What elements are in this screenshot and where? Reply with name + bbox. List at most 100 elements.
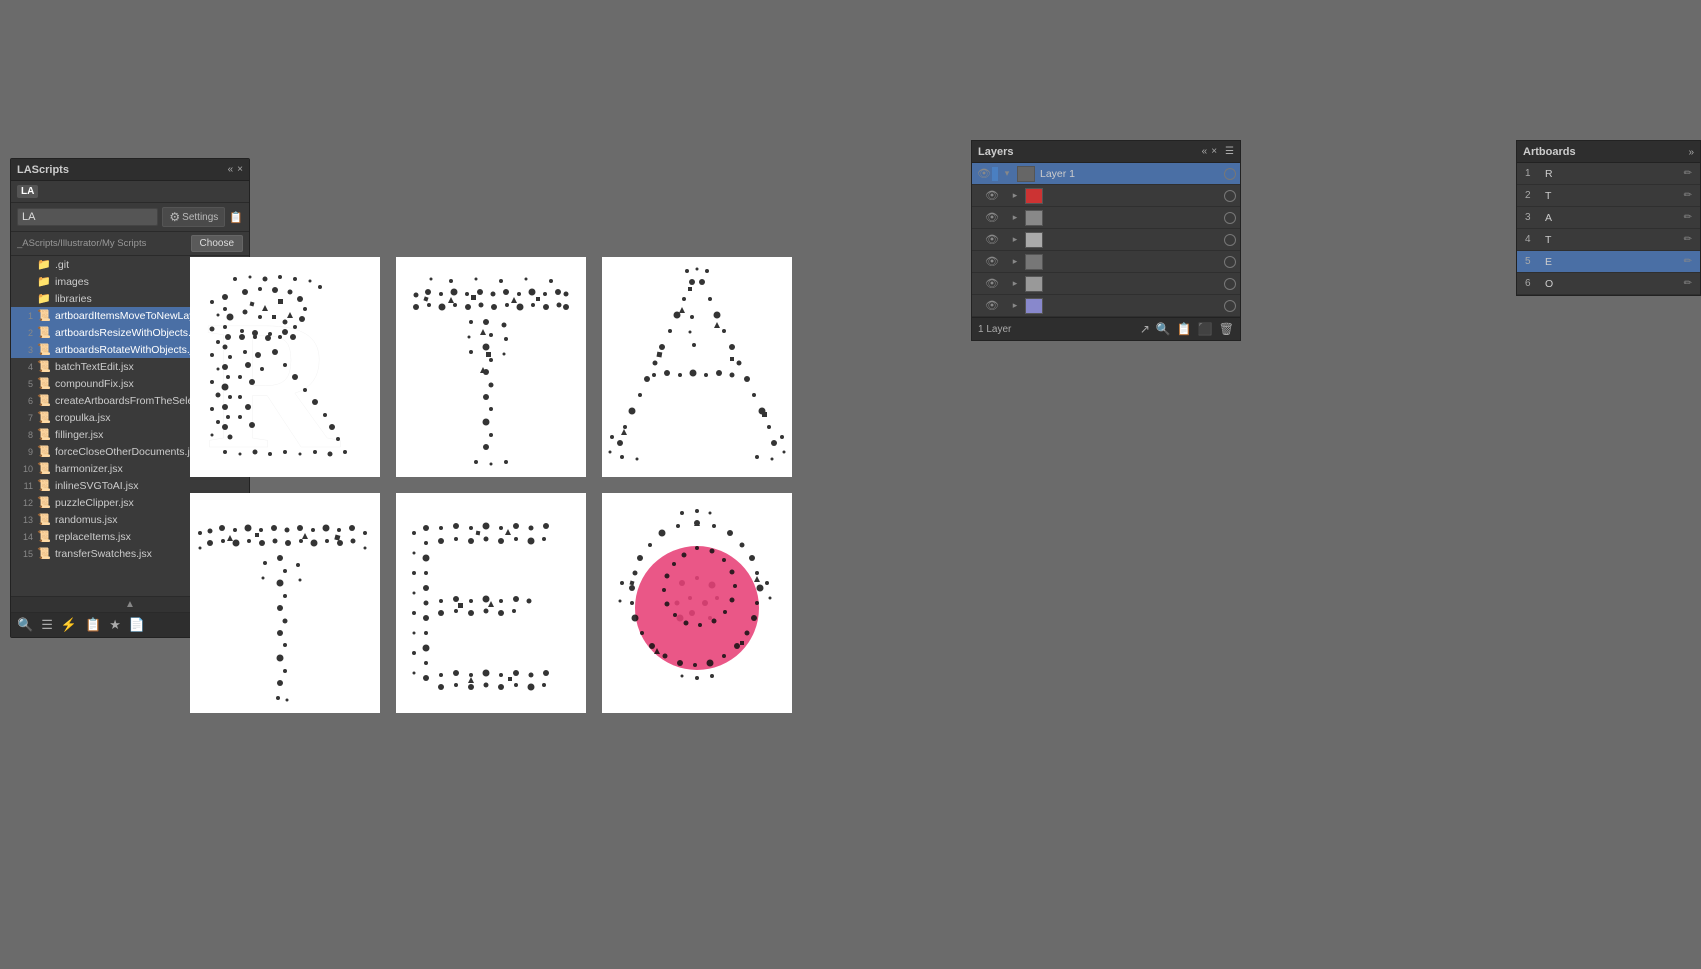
lascripts-close-btn[interactable]: ×	[237, 165, 243, 175]
file-name: fillinger.jsx	[55, 429, 103, 441]
artboard-name: A	[1545, 212, 1680, 224]
layer-visibility-circle[interactable]	[1224, 278, 1236, 290]
jsx-icon: 📜	[37, 479, 51, 492]
artboard-num: 5	[1525, 256, 1541, 267]
artboard-name: O	[1545, 278, 1680, 290]
artboards-panel: Artboards » 1 R ✏ 2 T ✏ 3 A ✏ 4 T ✏ 5 E …	[1516, 140, 1701, 296]
expand-icon[interactable]: ▸	[1008, 190, 1022, 201]
layer-row[interactable]: 👁▾Layer 1	[972, 163, 1240, 185]
layer-visibility-circle[interactable]	[1224, 300, 1236, 312]
expand-icon[interactable]: ▾	[1000, 168, 1014, 179]
artboard-edit-icon[interactable]: ✏	[1684, 168, 1692, 179]
jsx-icon: 📜	[37, 530, 51, 543]
layer-row[interactable]: 👁▸	[972, 251, 1240, 273]
layers-titlebar: Layers « × ☰	[972, 141, 1240, 163]
artboard-T-svg	[396, 257, 586, 477]
file-name: artboardsResizeWithObjects.jsx	[55, 327, 204, 339]
artboard-item[interactable]: 6 O ✏	[1517, 273, 1700, 295]
layer-row[interactable]: 👁▸	[972, 185, 1240, 207]
expand-icon[interactable]: ▸	[1008, 300, 1022, 311]
artboard-list: 1 R ✏ 2 T ✏ 3 A ✏ 4 T ✏ 5 E ✏ 6 O ✏	[1517, 163, 1700, 295]
jsx-icon: 📜	[37, 343, 51, 356]
star-icon[interactable]: ★	[109, 617, 121, 633]
artboard-T2-svg	[190, 493, 380, 713]
layer-visibility-circle[interactable]	[1224, 168, 1236, 180]
artboard-item[interactable]: 4 T ✏	[1517, 229, 1700, 251]
doc-icon[interactable]: 📄	[129, 617, 145, 633]
lascripts-collapse-btn[interactable]: «	[228, 165, 234, 175]
layer-row[interactable]: 👁▸	[972, 273, 1240, 295]
artboard-edit-icon[interactable]: ✏	[1684, 278, 1692, 289]
artboard-edit-icon[interactable]: ✏	[1684, 234, 1692, 245]
artboard-edit-icon[interactable]: ✏	[1684, 256, 1692, 267]
gear-icon: ⚙	[169, 210, 180, 224]
eye-icon[interactable]: 👁	[976, 167, 992, 180]
layers-find-icon[interactable]: 🔍	[1156, 322, 1171, 336]
eye-icon[interactable]: 👁	[984, 255, 1000, 268]
artboards-expand-btn[interactable]: »	[1688, 147, 1694, 158]
layer-thumb	[1025, 210, 1043, 226]
artboard-E[interactable]	[396, 493, 586, 713]
artboard-A-svg	[602, 257, 792, 477]
artboard-A[interactable]	[602, 257, 792, 477]
lascripts-choose-btn[interactable]: Choose	[191, 235, 243, 252]
layers-new-layer-from-icon[interactable]: ↗	[1140, 322, 1150, 336]
jsx-icon: 📜	[37, 394, 51, 407]
layers-copy-icon[interactable]: 📋	[1177, 322, 1192, 336]
list-icon[interactable]: ☰	[41, 617, 53, 633]
eye-icon[interactable]: 👁	[984, 211, 1000, 224]
layer-row[interactable]: 👁▸	[972, 207, 1240, 229]
layers-menu-btn[interactable]: ☰	[1225, 146, 1234, 157]
expand-icon[interactable]: ▸	[1008, 212, 1022, 223]
flash-icon[interactable]: ⚡	[61, 617, 77, 633]
layers-footer: 1 Layer ↗ 🔍 📋 ⬛ 🗑	[972, 317, 1240, 340]
artboard-item[interactable]: 5 E ✏	[1517, 251, 1700, 273]
layers-collapse-btn[interactable]: «	[1202, 146, 1208, 157]
layers-close-btn[interactable]: ×	[1211, 146, 1217, 157]
artboard-R[interactable]: R	[190, 257, 380, 477]
folder-icon: 📁	[37, 292, 51, 305]
layer-thumb	[1025, 298, 1043, 314]
eye-icon[interactable]: 👁	[984, 277, 1000, 290]
file-num: 5	[17, 379, 33, 389]
layer-row[interactable]: 👁▸	[972, 295, 1240, 317]
expand-icon[interactable]: ▸	[1008, 278, 1022, 289]
expand-icon[interactable]: ▸	[1008, 256, 1022, 267]
layers-content: 👁▾Layer 1👁▸👁▸👁▸👁▸👁▸👁▸	[972, 163, 1240, 317]
layer-visibility-circle[interactable]	[1224, 190, 1236, 202]
layer-visibility-circle[interactable]	[1224, 212, 1236, 224]
eye-icon[interactable]: 👁	[984, 189, 1000, 202]
layer-visibility-circle[interactable]	[1224, 234, 1236, 246]
file-num: 3	[17, 345, 33, 355]
layers-titlebar-btns: « × ☰	[1202, 146, 1234, 157]
file-num: 10	[17, 464, 33, 474]
search-icon[interactable]: 🔍	[17, 617, 33, 633]
layers-delete-icon[interactable]: 🗑	[1219, 322, 1234, 336]
layer-row[interactable]: 👁▸	[972, 229, 1240, 251]
artboard-item[interactable]: 3 A ✏	[1517, 207, 1700, 229]
artboard-edit-icon[interactable]: ✏	[1684, 190, 1692, 201]
expand-icon[interactable]: ▸	[1008, 234, 1022, 245]
eye-icon[interactable]: 👁	[984, 233, 1000, 246]
file-name: compoundFix.jsx	[55, 378, 134, 390]
lascripts-settings-btn[interactable]: ⚙ Settings	[162, 207, 225, 227]
artboard-edit-icon[interactable]: ✏	[1684, 212, 1692, 223]
file-num: 2	[17, 328, 33, 338]
lascripts-icon2[interactable]: 📋	[229, 211, 243, 224]
jsx-icon: 📜	[37, 513, 51, 526]
layers-icon[interactable]: 📋	[85, 617, 101, 633]
file-num: 4	[17, 362, 33, 372]
file-name: puzzleClipper.jsx	[55, 497, 134, 509]
artboard-item[interactable]: 1 R ✏	[1517, 163, 1700, 185]
eye-icon[interactable]: 👁	[984, 299, 1000, 312]
artboard-item[interactable]: 2 T ✏	[1517, 185, 1700, 207]
artboard-T2[interactable]	[190, 493, 380, 713]
artboard-E-svg	[396, 493, 586, 713]
artboard-T[interactable]	[396, 257, 586, 477]
jsx-icon: 📜	[37, 462, 51, 475]
layer-visibility-circle[interactable]	[1224, 256, 1236, 268]
lascripts-search-input[interactable]	[17, 208, 158, 226]
artboard-O[interactable]	[602, 493, 792, 713]
layers-new-layer-icon[interactable]: ⬛	[1198, 322, 1213, 336]
file-num: 7	[17, 413, 33, 423]
